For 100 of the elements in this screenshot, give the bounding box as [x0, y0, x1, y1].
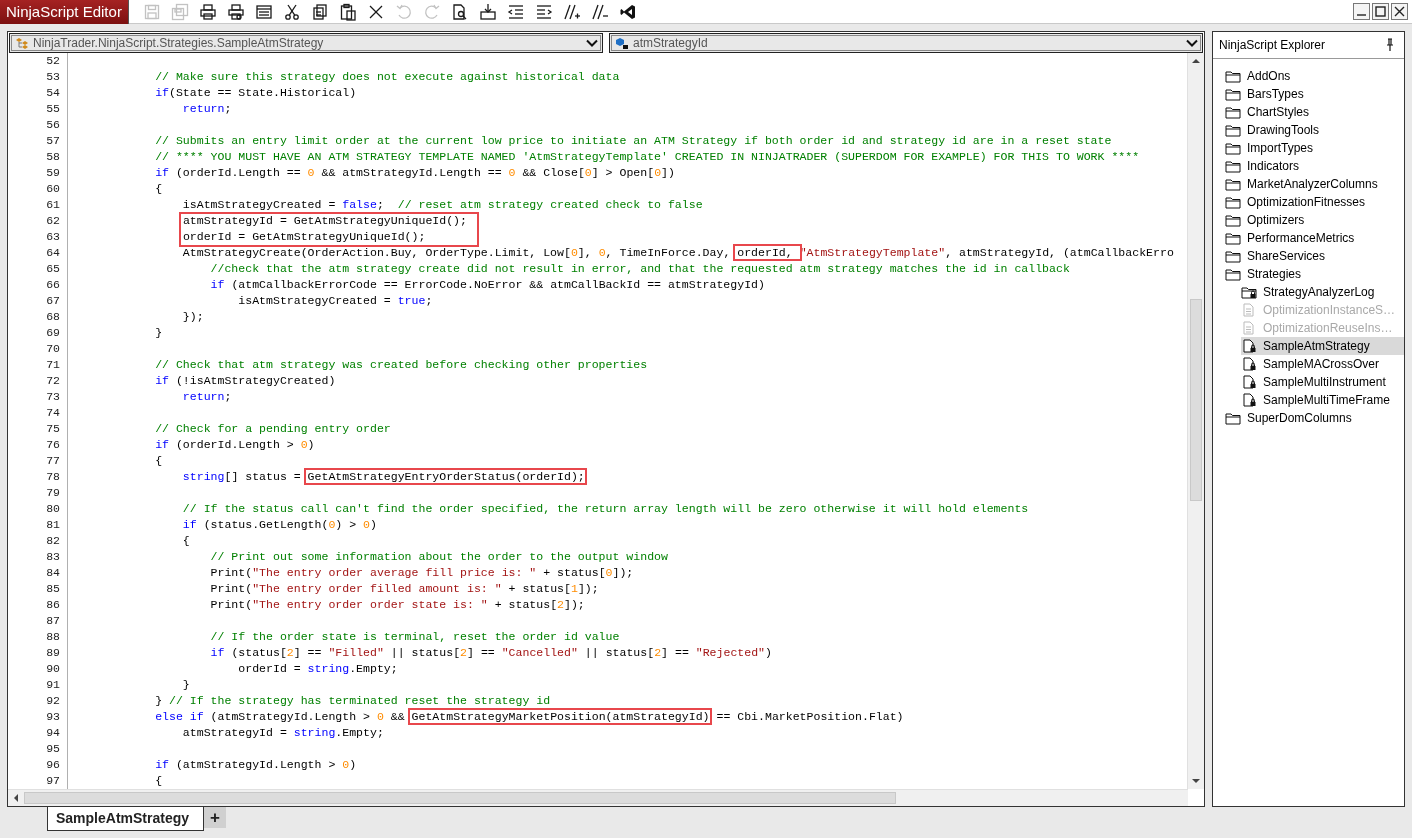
tree-item[interactable]: SuperDomColumns [1225, 409, 1404, 427]
pin-icon[interactable] [1386, 38, 1394, 52]
scroll-down-arrow-icon[interactable] [1192, 777, 1200, 785]
vertical-scrollbar[interactable] [1187, 53, 1204, 789]
line-number: 90 [8, 661, 68, 677]
document-search-icon[interactable] [450, 2, 469, 21]
outdent-icon[interactable] [506, 2, 525, 21]
code-line: AtmStrategyCreate(OrderAction.Buy, OrderType.Limit, Low[0], 0, TimeInForce.Day, orderId, "AtmStrategyTemplate", atmStrategyId, (atmCallbackErro [181, 245, 1175, 261]
maximize-icon[interactable] [1372, 3, 1389, 20]
scroll-up-arrow-icon[interactable] [1192, 57, 1200, 65]
code-line: Print("The entry order filled amount is: " + status[1]); [209, 581, 600, 597]
line-number: 95 [8, 741, 68, 757]
indent-icon[interactable] [534, 2, 553, 21]
line-number: 61 [8, 197, 68, 213]
tree-item[interactable]: AddOns [1225, 67, 1404, 85]
code-line: Print("The entry order order state is: " + status[2]); [209, 597, 586, 613]
panel-title: NinjaScript Explorer [1219, 38, 1326, 52]
tree-item[interactable]: ShareServices [1225, 247, 1404, 265]
line-number: 55 [8, 101, 68, 117]
code-line: orderId = GetAtmStrategyUniqueId(); [68, 229, 1187, 245]
window-title: NinjaScript Editor [0, 0, 129, 24]
code-line: { [154, 773, 164, 789]
scissors-icon[interactable] [282, 2, 301, 21]
tree-item[interactable]: ImportTypes [1225, 139, 1404, 157]
tree-item[interactable]: SampleMultiTimeFrame [1241, 391, 1404, 409]
line-number: 65 [8, 261, 68, 277]
folder-icon [1225, 267, 1241, 281]
locked-file-icon [1241, 393, 1257, 407]
line-number: 84 [8, 565, 68, 581]
tree-item[interactable]: Indicators [1225, 157, 1404, 175]
line-number: 60 [8, 181, 68, 197]
tree-item[interactable]: MarketAnalyzerColumns [1225, 175, 1404, 193]
locked-file-icon [1241, 339, 1257, 353]
code-line: return; [181, 389, 233, 405]
code-line: string[] status = GetAtmStrategyEntryOrderStatus(orderId); [181, 469, 586, 485]
comment-slashes-icon[interactable] [562, 2, 581, 21]
line-number: 54 [8, 85, 68, 101]
tree-item[interactable]: DrawingTools [1225, 121, 1404, 139]
tree-item[interactable]: ChartStyles [1225, 103, 1404, 121]
line-number: 70 [8, 341, 68, 357]
tree-item[interactable]: StrategyAnalyzerLog [1241, 283, 1404, 301]
clipboard-icon[interactable] [338, 2, 357, 21]
code-line: if (orderId.Length == 0 && atmStrategyId.Length == 0 && Close[0] > Open[0]) [154, 165, 676, 181]
line-number: 86 [8, 597, 68, 613]
line-number: 75 [8, 421, 68, 437]
folder-icon [1225, 159, 1241, 173]
line-number: 83 [8, 549, 68, 565]
code-line: // If the status call can't find the order specified, the return array length will be zero otherwise it will hold elements [181, 501, 1030, 517]
tree-item[interactable]: SampleMultiInstrument [1241, 373, 1404, 391]
line-number: 72 [8, 373, 68, 389]
line-number: 88 [8, 629, 68, 645]
copy-icon[interactable] [310, 2, 329, 21]
locked-file-icon [1241, 357, 1257, 371]
line-number: 73 [8, 389, 68, 405]
print-preview-icon[interactable] [226, 2, 245, 21]
code-line: { [154, 181, 164, 197]
window-icon[interactable] [254, 2, 273, 21]
line-number: 79 [8, 485, 68, 501]
editor-tab[interactable]: SampleAtmStrategy [47, 807, 205, 831]
tree-item[interactable]: BarsTypes [1225, 85, 1404, 103]
code-line: if (!isAtmStrategyCreated) [154, 373, 337, 389]
scrollbar-thumb[interactable] [24, 792, 896, 804]
line-number: 71 [8, 357, 68, 373]
line-number: 56 [8, 117, 68, 133]
tree-item[interactable]: PerformanceMetrics [1225, 229, 1404, 247]
line-number: 66 [8, 277, 68, 293]
member-dropdown[interactable]: atmStrategyId [609, 33, 1203, 53]
code-line: Print("The entry order average fill price is: " + status[0]); [209, 565, 635, 581]
folder-icon [1225, 213, 1241, 227]
line-number: 78 [8, 469, 68, 485]
ribbon-logo-icon[interactable] [618, 2, 637, 21]
tree-item[interactable]: SampleMACrossOver [1241, 355, 1404, 373]
code-line: atmStrategyId = string.Empty; [181, 725, 385, 741]
tree-item[interactable]: Optimizers [1225, 211, 1404, 229]
close-icon[interactable] [1391, 3, 1408, 20]
uncomment-slashes-icon[interactable] [590, 2, 609, 21]
scroll-left-arrow-icon[interactable] [12, 794, 20, 802]
line-number: 92 [8, 693, 68, 709]
folder-icon [1225, 411, 1241, 425]
code-line: if(State == State.Historical) [154, 85, 358, 101]
line-number: 62 [8, 213, 68, 229]
tree-item[interactable]: OptimizationFitnesses [1225, 193, 1404, 211]
tree-item[interactable]: Strategies [1225, 265, 1404, 283]
line-number: 52 [8, 53, 68, 69]
tray-download-icon[interactable] [478, 2, 497, 21]
horizontal-scrollbar[interactable] [8, 789, 1188, 806]
line-number: 74 [8, 405, 68, 421]
scrollbar-thumb[interactable] [1190, 299, 1202, 501]
line-number: 91 [8, 677, 68, 693]
code-line: if (status.GetLength(0) > 0) [181, 517, 378, 533]
code-line: atmStrategyId = GetAtmStrategyUniqueId(); [68, 213, 1187, 229]
locked-file-icon [1241, 375, 1257, 389]
locked-field-icon [615, 37, 629, 49]
folder-icon [1225, 249, 1241, 263]
folder-icon [1225, 195, 1241, 209]
tree-item[interactable]: SampleAtmStrategy [1241, 337, 1404, 355]
minimize-icon[interactable] [1353, 3, 1370, 20]
add-tab-button[interactable]: + [204, 807, 227, 828]
printer-icon[interactable] [198, 2, 217, 21]
class-dropdown[interactable]: NinjaTrader.NinjaScript.Strategies.SampleAtmStrategy [9, 33, 603, 53]
